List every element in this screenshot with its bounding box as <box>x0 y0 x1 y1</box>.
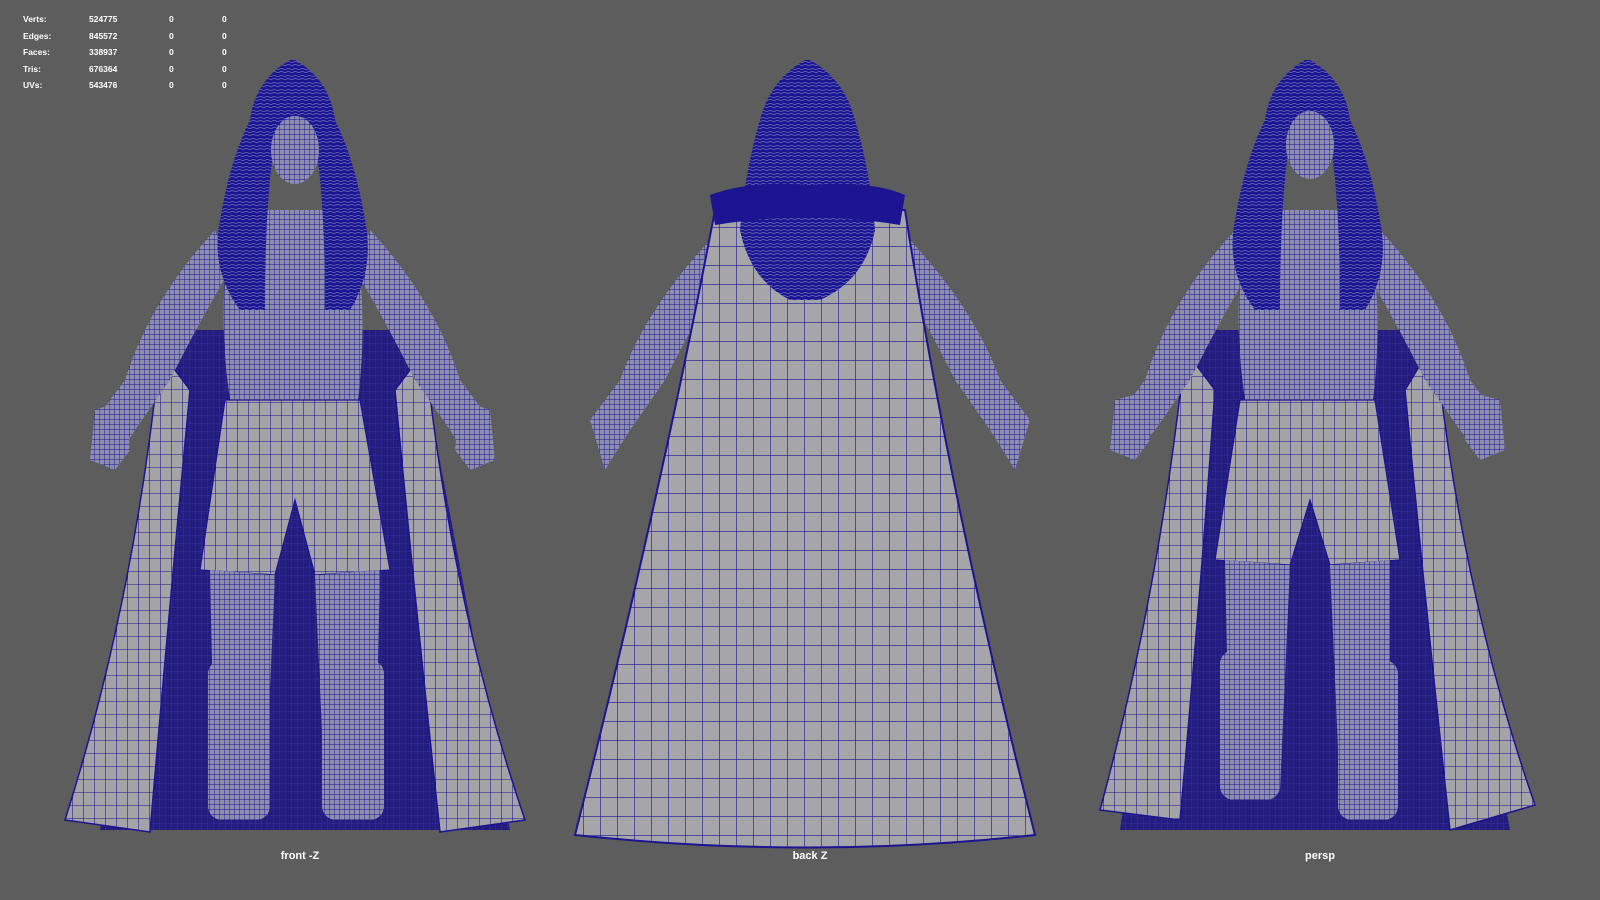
camera-label-persp: persp <box>1305 850 1335 862</box>
hand-right <box>455 400 495 470</box>
hand-right <box>1465 392 1505 460</box>
boot-right <box>322 660 384 820</box>
camera-label-back: back Z <box>792 850 828 862</box>
persp-character-wireframe[interactable] <box>1060 0 1580 900</box>
viewport-back[interactable]: back Z <box>550 0 1070 900</box>
face <box>1286 111 1334 179</box>
boot-left <box>208 660 270 820</box>
cape-back <box>573 209 1037 849</box>
boot-left <box>1220 650 1280 800</box>
viewport-front[interactable]: front -Z <box>40 0 560 900</box>
camera-label-front: front -Z <box>280 850 320 862</box>
hand-left <box>90 400 130 470</box>
hand-left <box>1110 392 1150 460</box>
front-character-wireframe[interactable] <box>40 0 560 900</box>
viewport-panel[interactable]: Verts: 524775 0 0 Edges: 845572 0 0 Face… <box>0 0 1600 900</box>
boot-right <box>1338 660 1398 820</box>
hud-label: Tris: <box>23 63 41 74</box>
face <box>271 116 319 184</box>
hair <box>740 60 875 300</box>
back-character-wireframe[interactable] <box>550 0 1070 900</box>
viewport-persp[interactable]: persp <box>1060 0 1580 900</box>
